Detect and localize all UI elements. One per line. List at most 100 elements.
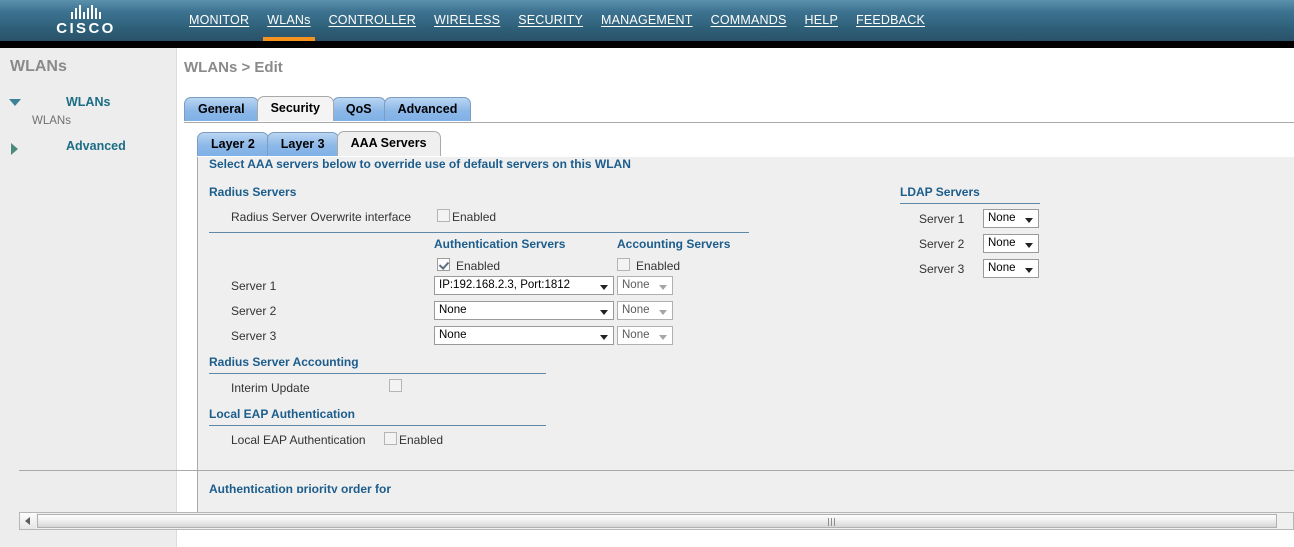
chevron-right-icon[interactable] (11, 143, 18, 155)
nav-item-help[interactable]: HELP (796, 0, 847, 41)
panel-bottom-edge (19, 470, 1294, 471)
local-eap-title: Local EAP Authentication (209, 407, 356, 421)
radius-server-3-acct-value: None (622, 329, 650, 341)
main-navigation: MONITOR WLANs CONTROLLER WIRELESS SECURITY MA… (180, 0, 934, 41)
nav-item-label: CONTROLLER (328, 13, 417, 27)
sidebar-node-advanced-label: Advanced (66, 139, 126, 153)
radius-server-3-auth-select[interactable]: None (434, 326, 614, 345)
radius-servers-title: Radius Servers (209, 185, 297, 199)
subtab-label: Layer 2 (211, 137, 255, 151)
subtab-label: Layer 3 (280, 137, 325, 151)
nav-item-label: WIRELESS (434, 13, 501, 27)
chevron-down-icon[interactable] (9, 99, 21, 106)
cisco-logo[interactable]: CISCO (42, 2, 130, 40)
chevron-down-icon (600, 285, 608, 290)
cisco-logo-bars-icon (42, 5, 130, 19)
subtab-layer-3[interactable]: Layer 3 (266, 132, 339, 156)
sidebar-node-wlans[interactable]: WLANs (0, 95, 177, 113)
tab-advanced[interactable]: Advanced (383, 97, 472, 121)
authentication-enabled-checkbox[interactable] (437, 258, 450, 271)
chevron-down-icon (1025, 243, 1033, 248)
authentication-servers-column-header: Authentication Servers (434, 237, 566, 251)
sidebar-node-wlans-label: WLANs (66, 95, 111, 109)
breadcrumb: WLANs > Edit (184, 59, 283, 76)
chevron-down-icon (600, 335, 608, 340)
nav-item-wireless[interactable]: WIRELESS (425, 0, 509, 41)
sidebar-item-wlans[interactable]: WLANs (32, 115, 71, 127)
nav-item-feedback[interactable]: FEEDBACK (847, 0, 934, 41)
nav-item-label: WLANs (267, 13, 311, 27)
ldap-server-2-value: None (988, 237, 1016, 249)
primary-tabs: General Security QoS Advanced (184, 96, 1294, 123)
horizontal-scrollbar-thumb[interactable] (37, 514, 1277, 528)
header-black-bar (0, 41, 1294, 48)
divider-local-eap (209, 425, 546, 426)
radius-server-1-auth-value: IP:192.168.2.3, Port:1812 (439, 279, 571, 291)
nav-item-label: HELP (804, 13, 838, 27)
radius-server-1-auth-select[interactable]: IP:192.168.2.3, Port:1812 (434, 276, 614, 295)
divider-radius (209, 232, 749, 233)
tab-qos[interactable]: QoS (331, 97, 386, 121)
subtab-aaa-servers[interactable]: AAA Servers (336, 131, 441, 156)
nav-item-management[interactable]: MANAGEMENT (592, 0, 702, 41)
nav-item-label: SECURITY (518, 13, 584, 27)
radius-server-2-label: Server 2 (231, 304, 277, 318)
ldap-server-1-select[interactable]: None (983, 209, 1039, 228)
accounting-enabled-checkbox[interactable] (617, 258, 630, 271)
horizontal-scrollbar[interactable] (19, 512, 1294, 530)
subtab-layer-2[interactable]: Layer 2 (197, 132, 269, 156)
nav-item-security[interactable]: SECURITY (509, 0, 592, 41)
interim-update-label: Interim Update (231, 381, 310, 395)
cisco-logo-text: CISCO (56, 20, 116, 37)
nav-item-commands[interactable]: COMMANDS (702, 0, 796, 41)
accounting-servers-column-header: Accounting Servers (617, 237, 731, 251)
interim-update-checkbox[interactable] (389, 379, 402, 392)
security-subtabs: Layer 2 Layer 3 AAA Servers (197, 131, 1294, 158)
ldap-server-3-select[interactable]: None (983, 259, 1039, 278)
chevron-down-icon (659, 310, 667, 315)
radius-overwrite-label: Radius Server Overwrite interface (231, 210, 412, 224)
radius-server-2-acct-value: None (622, 304, 650, 316)
app-header: CISCO MONITOR WLANs CONTROLLER WIRELESS SECU… (0, 0, 1294, 41)
radius-server-1-acct-value: None (622, 279, 650, 291)
sidebar-title: WLANs (10, 58, 67, 75)
divider-radius-accounting (209, 373, 546, 374)
radius-overwrite-checkbox[interactable] (437, 209, 450, 222)
ldap-server-1-label: Server 1 (919, 212, 965, 226)
ldap-servers-title: LDAP Servers (900, 185, 980, 199)
local-eap-checkbox[interactable] (384, 432, 397, 445)
nav-item-label: MANAGEMENT (601, 13, 693, 27)
subtab-label: AAA Servers (350, 136, 427, 150)
authentication-priority-order-title: Authentication priority order for (209, 482, 392, 493)
radius-server-2-acct-select[interactable]: None (617, 301, 673, 320)
nav-item-controller[interactable]: CONTROLLER (320, 0, 425, 41)
tab-security[interactable]: Security (256, 96, 334, 121)
radius-server-1-acct-select[interactable]: None (617, 276, 673, 295)
chevron-down-icon (1025, 218, 1033, 223)
nav-item-wlans[interactable]: WLANs (258, 0, 319, 41)
chevron-down-icon (659, 335, 667, 340)
sidebar-node-advanced[interactable]: Advanced (0, 139, 177, 157)
tab-general[interactable]: General (184, 97, 259, 121)
ldap-server-2-label: Server 2 (919, 237, 965, 251)
radius-server-2-auth-select[interactable]: None (434, 301, 614, 320)
radius-accounting-title: Radius Server Accounting (209, 355, 359, 369)
nav-item-label: FEEDBACK (856, 13, 925, 27)
divider-ldap (900, 203, 1040, 204)
scroll-left-arrow-icon[interactable] (20, 513, 36, 529)
nav-item-monitor[interactable]: MONITOR (180, 0, 258, 41)
panel-intro-text: Select AAA servers below to override use… (209, 157, 631, 171)
tab-label: Advanced (397, 102, 458, 116)
radius-server-1-label: Server 1 (231, 279, 277, 293)
radius-server-3-acct-select[interactable]: None (617, 326, 673, 345)
radius-server-2-auth-value: None (439, 304, 467, 316)
tab-label: General (198, 102, 245, 116)
local-eap-label: Local EAP Authentication (231, 433, 366, 447)
chevron-down-icon (659, 285, 667, 290)
sidebar: WLANs WLANs WLANs Advanced (0, 48, 177, 547)
tab-label: Security (270, 101, 320, 115)
ldap-server-2-select[interactable]: None (983, 234, 1039, 253)
radius-server-3-label: Server 3 (231, 329, 277, 343)
authentication-enabled-label: Enabled (456, 259, 501, 273)
radius-server-3-auth-value: None (439, 329, 467, 341)
